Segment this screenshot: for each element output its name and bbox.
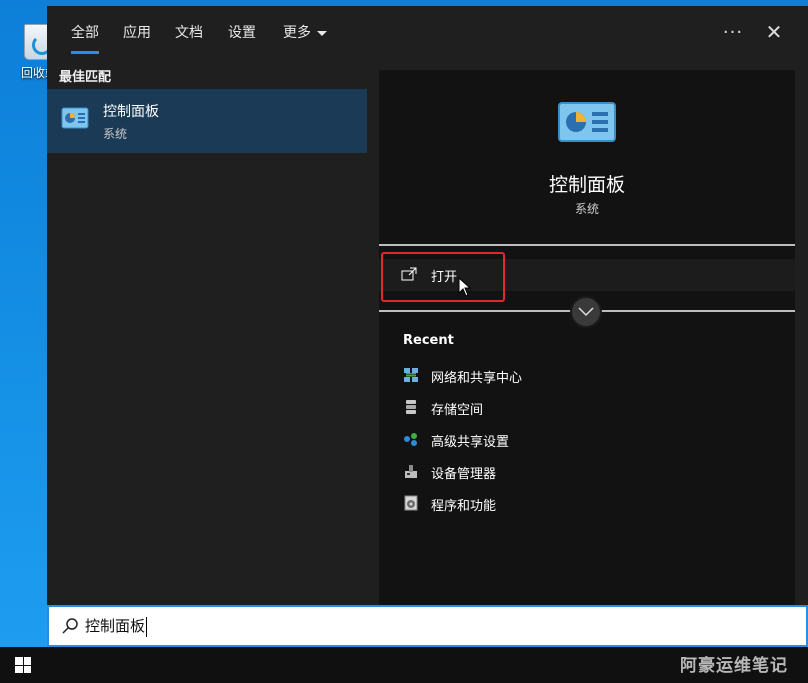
watermark: 阿豪运维笔记 (680, 656, 788, 676)
search-tabs-bar: 全部 应用 文档 设置 更多 ··· ✕ (47, 6, 808, 58)
control-panel-icon (558, 102, 616, 142)
tab-apps-label: 应用 (123, 25, 151, 41)
search-input[interactable]: 控制面板 (85, 615, 148, 637)
search-icon (62, 618, 78, 634)
tab-all-label: 全部 (71, 25, 99, 41)
recent-item-sharing[interactable]: 高级共享设置 (403, 430, 703, 450)
best-match-heading: 最佳匹配 (59, 70, 112, 85)
recent-item-label: 程序和功能 (431, 499, 497, 514)
chevron-down-icon (317, 30, 327, 36)
results-list: 最佳匹配 控制面板 系统 (47, 58, 367, 605)
tab-all[interactable]: 全部 (59, 6, 111, 58)
tab-more[interactable]: 更多 (275, 6, 335, 58)
tab-more-label: 更多 (283, 25, 311, 41)
tab-documents[interactable]: 文档 (169, 6, 209, 58)
network-icon (404, 368, 418, 382)
search-input-value: 控制面板 (85, 617, 146, 635)
start-button[interactable] (0, 647, 46, 683)
text-cursor (146, 616, 148, 637)
recent-item-label: 存储空间 (431, 403, 484, 418)
tab-apps[interactable]: 应用 (117, 6, 157, 58)
tab-settings-label: 设置 (228, 25, 256, 41)
recent-heading: Recent (403, 333, 454, 348)
recent-item-label: 网络和共享中心 (431, 371, 523, 386)
mouse-cursor-icon (458, 277, 472, 297)
recent-item-programs[interactable]: 程序和功能 (403, 494, 703, 514)
result-title: 控制面板 (103, 104, 159, 120)
sharing-icon (404, 433, 417, 446)
tab-documents-label: 文档 (175, 25, 203, 41)
control-panel-icon (61, 107, 89, 129)
recent-item-label: 设备管理器 (431, 467, 497, 482)
annotation-highlight-box (381, 252, 505, 302)
divider (379, 244, 795, 246)
preview-subtitle: 系统 (574, 202, 599, 216)
recent-item-network[interactable]: 网络和共享中心 (403, 366, 703, 386)
result-item-control-panel[interactable]: 控制面板 系统 (47, 89, 367, 153)
programs-icon (404, 495, 418, 511)
windows-logo-icon (15, 657, 31, 673)
recent-item-label: 高级共享设置 (431, 435, 510, 450)
tab-settings[interactable]: 设置 (222, 6, 262, 58)
device-manager-icon (405, 465, 417, 478)
preview-title: 控制面板 (548, 174, 625, 196)
search-panel: 全部 应用 文档 设置 更多 ··· ✕ 最佳匹配 控制面板 系统 控制面板 系… (47, 6, 808, 647)
recent-item-storage[interactable]: 存储空间 (403, 398, 703, 418)
storage-icon (406, 400, 416, 414)
result-subtitle: 系统 (103, 127, 128, 141)
close-icon[interactable]: ✕ (760, 18, 788, 46)
chevron-down-icon (578, 307, 594, 317)
search-box[interactable]: 控制面板 (47, 605, 808, 647)
preview-pane: 控制面板 系统 打开 Recent 网络和共享中心 存储空间 高级共享设置 设备… (379, 70, 795, 605)
expand-button[interactable] (570, 296, 602, 328)
recent-item-device-manager[interactable]: 设备管理器 (403, 462, 703, 482)
taskbar: 阿豪运维笔记 (0, 647, 808, 683)
ellipsis-icon[interactable]: ··· (719, 18, 747, 46)
